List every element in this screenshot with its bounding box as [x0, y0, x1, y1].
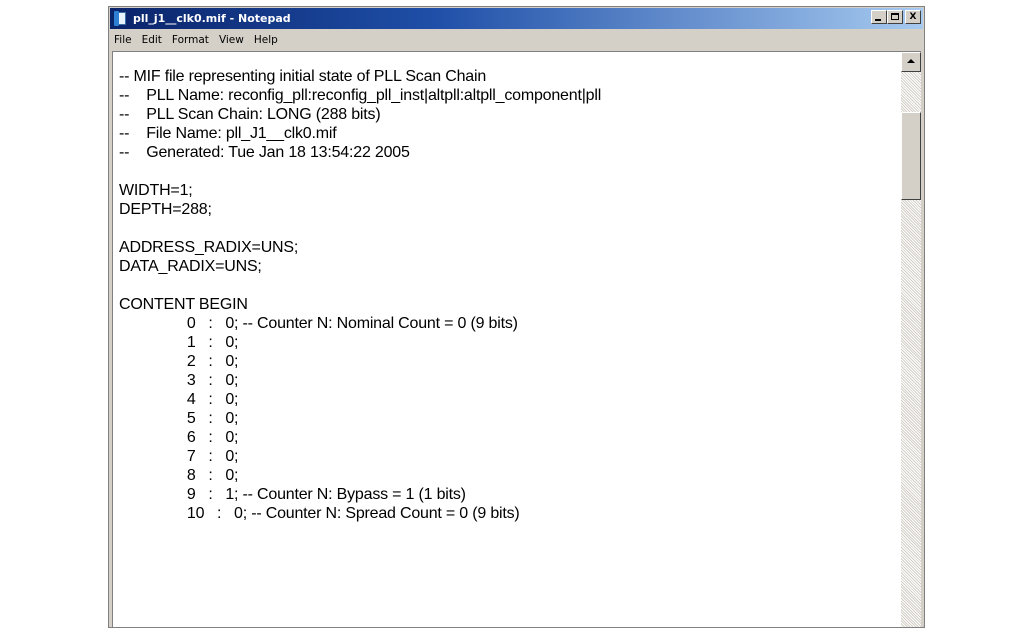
text-line: 4 : 0;: [119, 391, 239, 408]
close-icon: X: [909, 12, 917, 22]
menu-help[interactable]: Help: [249, 34, 283, 46]
menu-format[interactable]: Format: [167, 34, 214, 46]
minimize-icon: [875, 19, 881, 21]
text-line: 9 : 1; -- Counter N: Bypass = 1 (1 bits): [119, 486, 466, 503]
window-controls: X: [871, 10, 921, 24]
text-line: CONTENT BEGIN: [119, 296, 248, 313]
text-line: 5 : 0;: [119, 410, 239, 427]
text-editor[interactable]: -- MIF file representing initial state o…: [112, 51, 921, 627]
minimize-button[interactable]: [871, 10, 887, 24]
text-line: 2 : 0;: [119, 353, 239, 370]
document-text[interactable]: -- MIF file representing initial state o…: [113, 52, 900, 627]
scroll-thumb[interactable]: [901, 112, 921, 200]
vertical-scrollbar[interactable]: [901, 52, 921, 627]
text-line: DEPTH=288;: [119, 201, 212, 218]
notepad-icon: [114, 10, 128, 27]
text-line: [119, 219, 900, 238]
text-line: WIDTH=1;: [119, 182, 193, 199]
scroll-up-button[interactable]: [901, 52, 921, 72]
menu-view[interactable]: View: [214, 34, 249, 46]
text-line: [119, 276, 900, 295]
text-line: 7 : 0;: [119, 448, 239, 465]
text-line: -- PLL Scan Chain: LONG (288 bits): [119, 106, 381, 123]
window-title: pll_j1__clk0.mif - Notepad: [133, 12, 291, 25]
text-line: -- PLL Name: reconfig_pll:reconfig_pll_i…: [119, 87, 602, 104]
text-line: [119, 162, 900, 181]
text-line: 8 : 0;: [119, 467, 239, 484]
text-line: -- Generated: Tue Jan 18 13:54:22 2005: [119, 144, 410, 161]
menu-edit[interactable]: Edit: [137, 34, 167, 46]
maximize-icon: [891, 13, 899, 20]
text-line: 10 : 0; -- Counter N: Spread Count = 0 (…: [119, 505, 520, 522]
text-line: -- File Name: pll_J1__clk0.mif: [119, 125, 337, 142]
maximize-button[interactable]: [887, 10, 903, 24]
text-line: -- MIF file representing initial state o…: [119, 68, 487, 85]
text-line: 6 : 0;: [119, 429, 239, 446]
menu-bar: File Edit Format View Help: [110, 30, 923, 49]
title-bar[interactable]: pll_j1__clk0.mif - Notepad X: [110, 8, 923, 29]
notepad-window: pll_j1__clk0.mif - Notepad X File Edit F…: [108, 6, 925, 628]
menu-file[interactable]: File: [110, 34, 137, 46]
text-line: ADDRESS_RADIX=UNS;: [119, 239, 299, 256]
up-arrow-icon: [907, 59, 915, 63]
close-button[interactable]: X: [905, 10, 921, 24]
text-line: 1 : 0;: [119, 334, 239, 351]
text-line: 3 : 0;: [119, 372, 239, 389]
text-line: DATA_RADIX=UNS;: [119, 258, 262, 275]
text-line: 0 : 0; -- Counter N: Nominal Count = 0 (…: [119, 315, 518, 332]
